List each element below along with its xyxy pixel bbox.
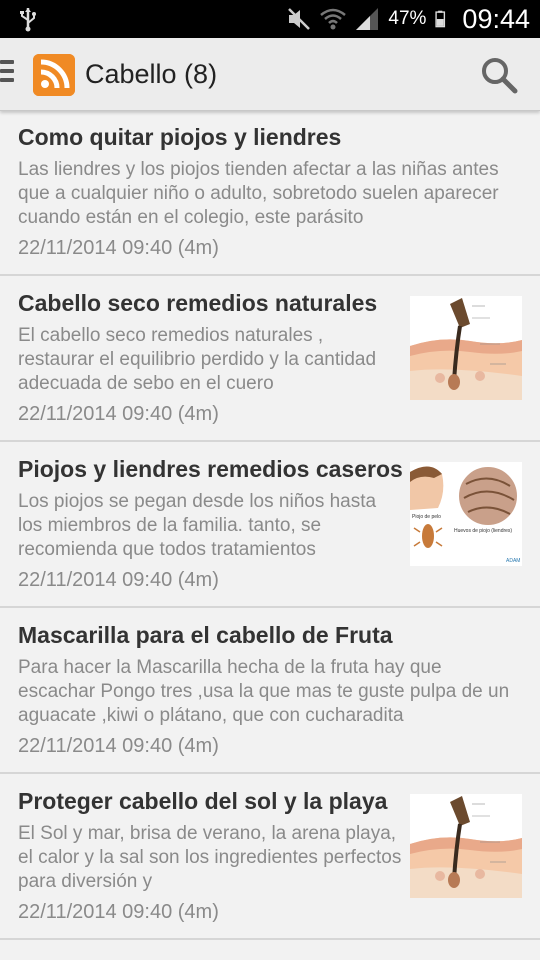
battery-percent: 47%: [388, 8, 427, 29]
article-date: 22/11/2014 09:40 (4m): [18, 403, 219, 425]
article-title: Mascarilla para el cabello de Fruta: [18, 622, 393, 648]
article-thumbnail: [410, 296, 522, 400]
battery-icon: [435, 10, 446, 28]
article-summary: Los piojos se pegan desde los niños hast…: [18, 491, 377, 560]
usb-icon: [20, 8, 36, 32]
thumb-label: Huevos de piojo (liendres): [454, 528, 512, 534]
page-title: Cabello (8): [85, 59, 218, 89]
article-title: Cabello seco remedios naturales: [18, 290, 378, 316]
list-item[interactable]: Mascarilla para el cabello de Fruta Para…: [0, 608, 540, 774]
mute-icon: [288, 8, 311, 30]
signal-icon: [356, 8, 379, 30]
article-thumbnail: Piojo de pelo Huevos de piojo (liendres)…: [410, 462, 522, 566]
rss-icon[interactable]: [33, 54, 75, 96]
drawer-menu-icon[interactable]: [0, 60, 16, 86]
wifi-icon: [320, 8, 347, 30]
article-date: 22/11/2014 09:40 (4m): [18, 901, 219, 923]
hair-follicle-diagram-image: [410, 296, 522, 400]
list-item[interactable]: Piojos y liendres remedios caseros Los p…: [0, 442, 540, 608]
list-item[interactable]: Proteger cabello del sol y la playa El S…: [0, 774, 540, 940]
article-date: 22/11/2014 09:40 (4m): [18, 569, 219, 591]
article-summary: Para hacer la Mascarilla hecha de la fru…: [18, 657, 510, 726]
article-title: Como quitar piojos y liendres: [18, 124, 342, 150]
article-summary: El cabello seco remedios naturales , res…: [18, 325, 377, 394]
hair-follicle-diagram-image: [410, 794, 522, 898]
clock: 09:44: [462, 3, 530, 34]
thumb-label: Piojo de pelo: [412, 514, 441, 520]
article-date: 22/11/2014 09:40 (4m): [18, 735, 219, 757]
article-title: Piojos y liendres remedios caseros: [18, 456, 403, 482]
list-item[interactable]: Como quitar piojos y liendres Las liendr…: [0, 110, 540, 276]
article-date: 22/11/2014 09:40 (4m): [18, 237, 219, 259]
status-bar: 47% 09:44: [0, 0, 540, 38]
article-summary: Las liendres y los piojos tienden afecta…: [18, 159, 499, 228]
thumb-label: ADAM: [506, 558, 520, 564]
article-title: Proteger cabello del sol y la playa: [18, 788, 388, 814]
search-icon[interactable]: [480, 56, 518, 94]
lice-illustration-image: Piojo de pelo Huevos de piojo (liendres)…: [410, 462, 522, 566]
article-summary: El Sol y mar, brisa de verano, la arena …: [18, 823, 402, 892]
list-item[interactable]: Cabello seco remedios naturales El cabel…: [0, 276, 540, 442]
article-list: Como quitar piojos y liendres Las liendr…: [0, 110, 540, 940]
article-thumbnail: [410, 794, 522, 898]
action-bar: Cabello (8): [0, 38, 540, 111]
